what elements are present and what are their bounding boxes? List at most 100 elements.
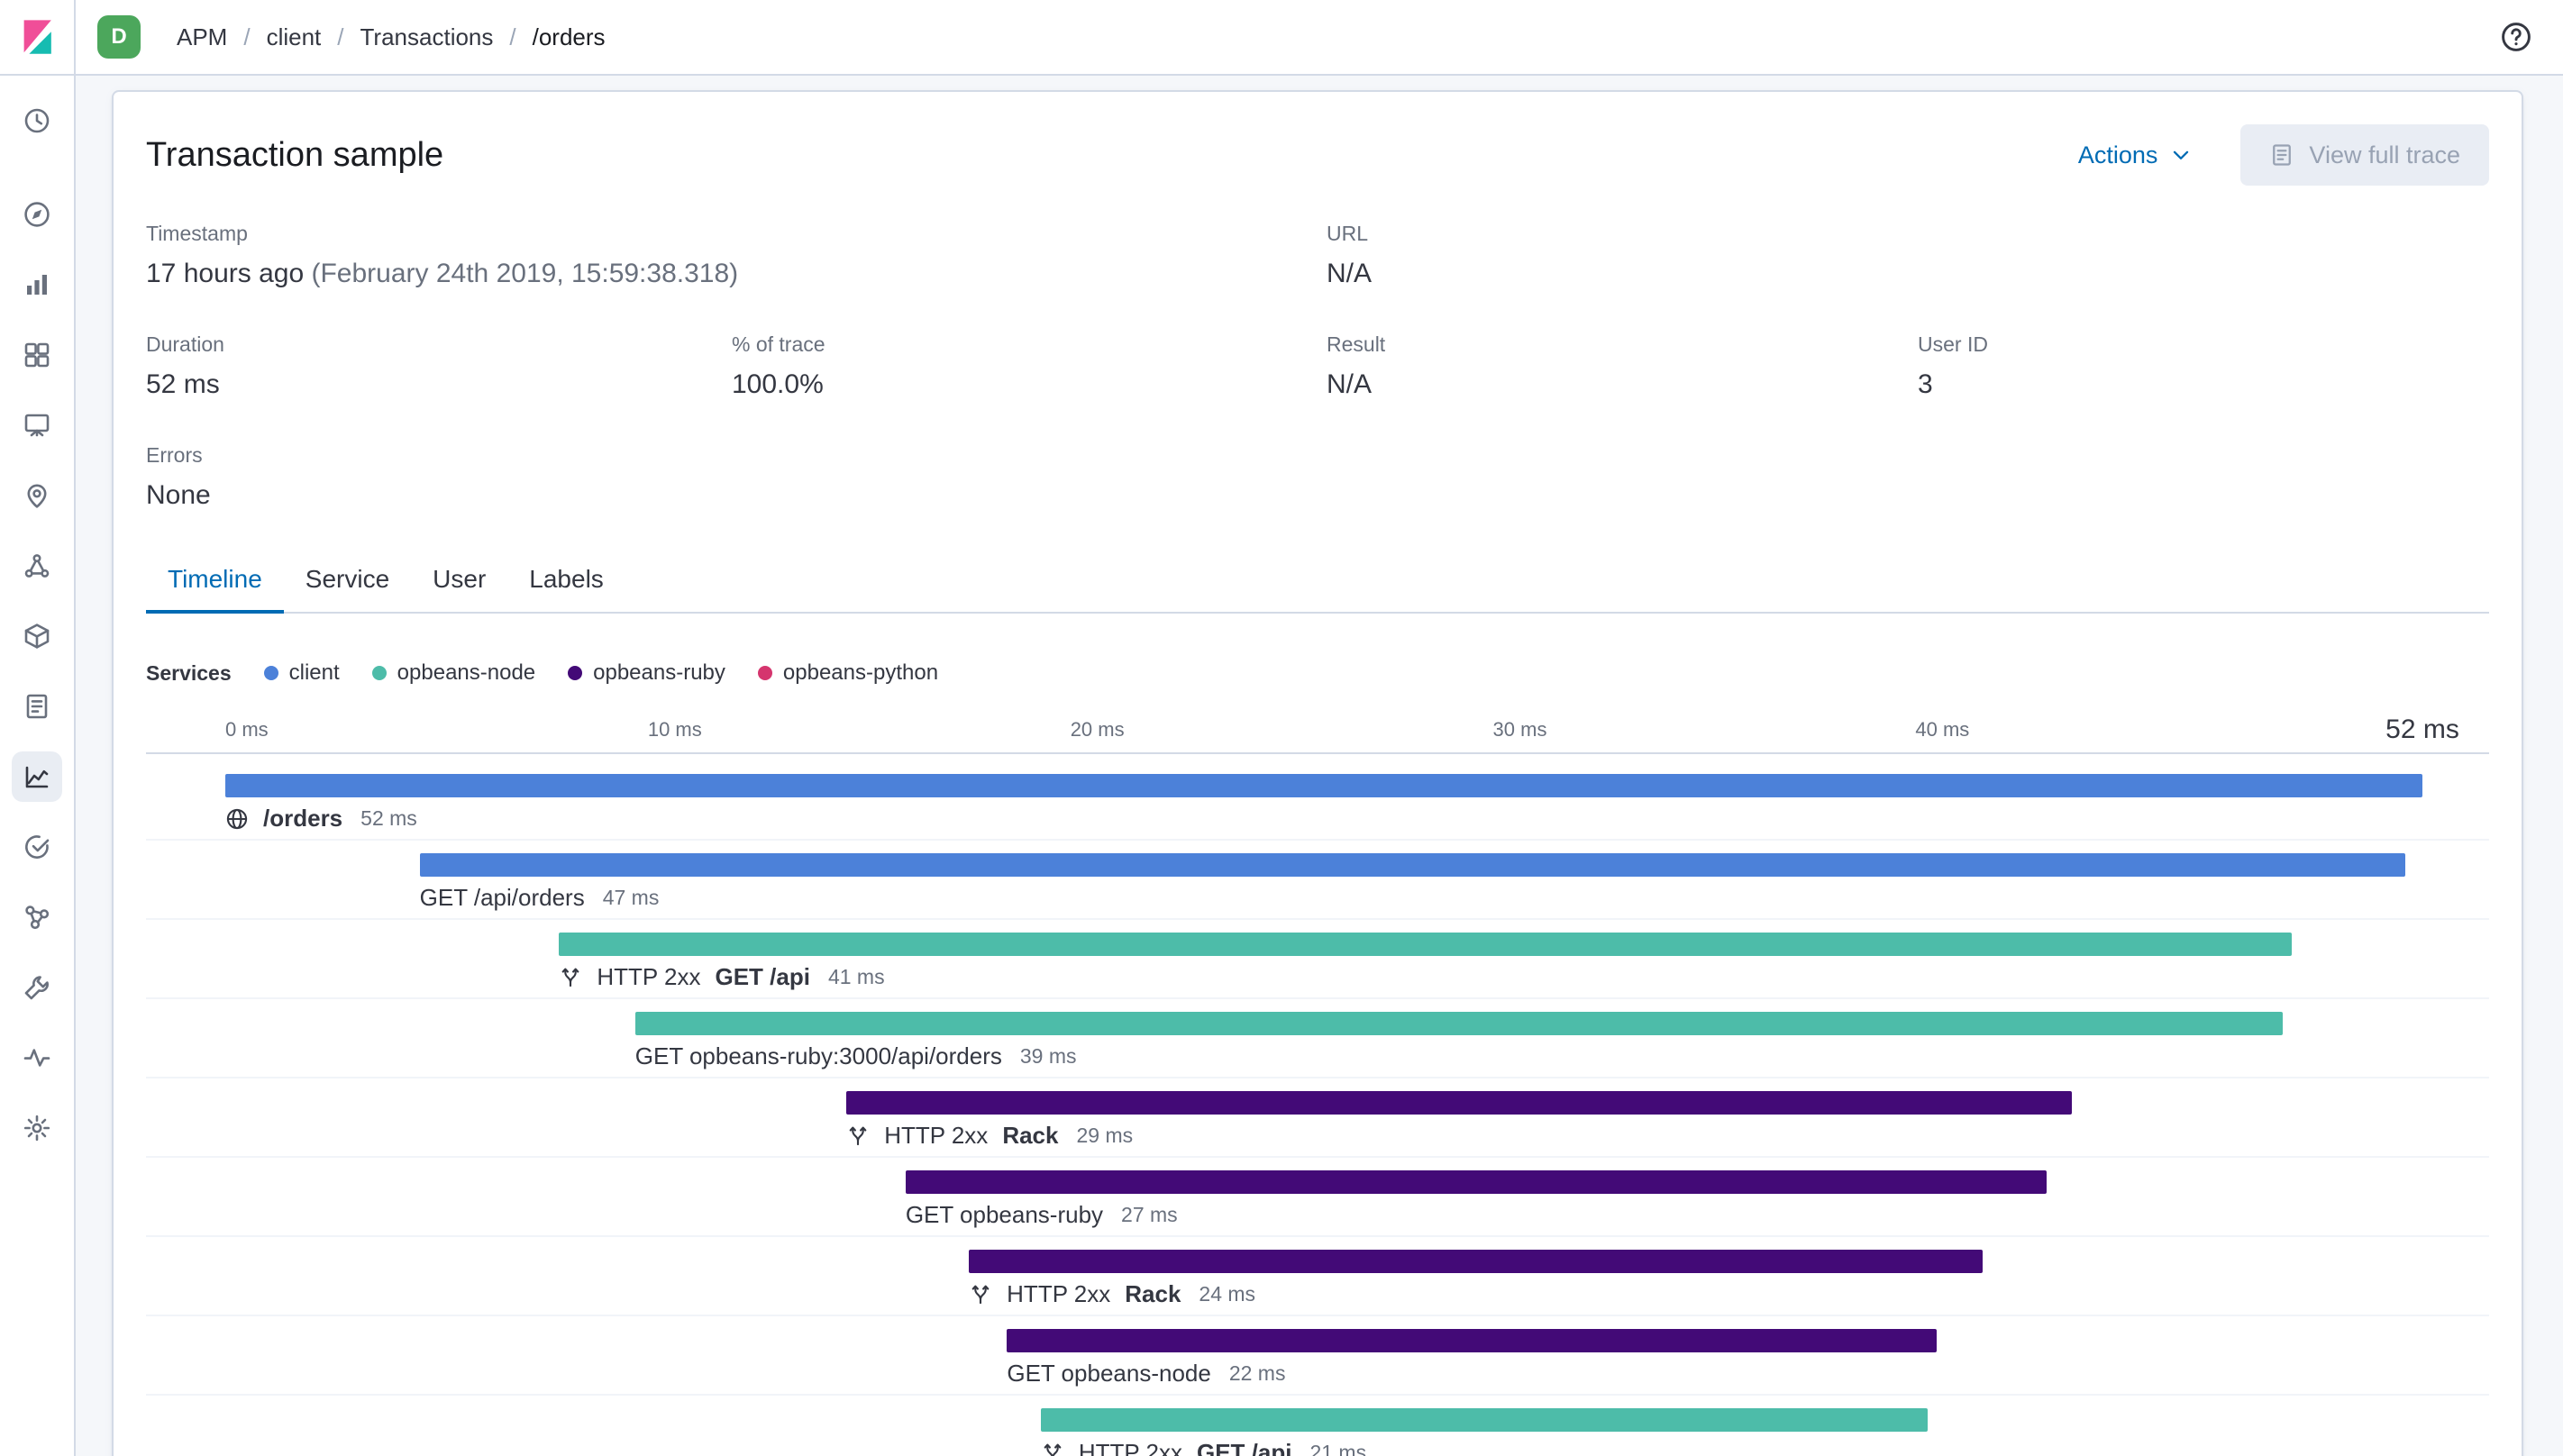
span-duration: 21 ms xyxy=(1309,1441,1367,1456)
waterfall-item[interactable]: HTTP 2xx GET /api 21 ms xyxy=(146,1396,2489,1456)
span-name: GET opbeans-ruby xyxy=(905,1201,1104,1228)
tab-labels[interactable]: Labels xyxy=(507,565,625,612)
kibana-logo-icon xyxy=(16,16,58,58)
duration-field: Duration 52 ms xyxy=(146,332,732,400)
timestamp-field: Timestamp 17 hours ago (February 24th 20… xyxy=(146,222,1327,289)
discover-icon[interactable] xyxy=(12,189,62,240)
tab-timeline[interactable]: Timeline xyxy=(146,565,285,614)
span-name: Rack xyxy=(1125,1280,1181,1307)
waterfall-item[interactable]: GET opbeans-ruby 27 ms xyxy=(146,1158,2489,1237)
timestamp-detail: (February 24th 2019, 15:59:38.318) xyxy=(311,259,739,288)
view-full-trace-label: View full trace xyxy=(2309,141,2460,168)
breadcrumb-item[interactable]: APM xyxy=(177,23,227,51)
legend-dot xyxy=(371,666,387,680)
branch-icon xyxy=(846,1124,870,1148)
legend-label: opbeans-python xyxy=(782,660,939,685)
monitoring-icon[interactable] xyxy=(12,1033,62,1083)
span-bar xyxy=(419,853,2406,877)
span-label: HTTP 2xx GET /api 41 ms xyxy=(559,963,885,991)
page-title: Transaction sample xyxy=(146,135,444,174)
actions-menu-button[interactable]: Actions xyxy=(2078,141,2194,169)
user-id-value: 3 xyxy=(1918,369,1933,399)
span-name: GET opbeans-node xyxy=(1007,1360,1211,1387)
span-name: GET /api xyxy=(1196,1439,1292,1456)
sidebar xyxy=(0,76,76,1456)
breadcrumb-separator: / xyxy=(337,23,344,50)
waterfall-item[interactable]: GET opbeans-ruby:3000/api/orders 39 ms xyxy=(146,999,2489,1078)
graph-icon[interactable] xyxy=(12,892,62,942)
services-legend: Services client opbeans-node opbeans-ruby o… xyxy=(146,660,2489,686)
tab-service[interactable]: Service xyxy=(284,565,411,612)
waterfall-item[interactable]: GET opbeans-node 22 ms xyxy=(146,1316,2489,1396)
legend-label: opbeans-node xyxy=(397,660,536,685)
canvas-icon[interactable] xyxy=(12,400,62,450)
services-legend-title: Services xyxy=(146,660,232,685)
transaction-sample-panel: Transaction sample Actions View full tra… xyxy=(112,90,2523,1456)
breadcrumb-item[interactable]: Transactions xyxy=(360,23,494,51)
axis-tick-label: 30 ms xyxy=(1492,718,1547,741)
errors-field: Errors None xyxy=(146,443,732,511)
span-bar xyxy=(559,933,2292,956)
waterfall-item[interactable]: HTTP 2xx GET /api 41 ms xyxy=(146,920,2489,999)
timestamp-value: 17 hours ago (February 24th 2019, 15:59:… xyxy=(146,259,739,288)
timestamp-label: Timestamp xyxy=(146,222,248,245)
branch-icon xyxy=(1041,1442,1064,1456)
legend-item-client: client xyxy=(263,660,340,686)
maps-icon[interactable] xyxy=(12,470,62,521)
devtools-icon[interactable] xyxy=(12,962,62,1013)
span-label: HTTP 2xx Rack 29 ms xyxy=(846,1122,1133,1150)
span-prefix: HTTP 2xx xyxy=(1078,1439,1182,1456)
span-bar xyxy=(969,1250,1984,1273)
waterfall-rows: /orders 52 ms GET /api/orders 47 ms HTTP 2xx… xyxy=(146,761,2489,1456)
span-label: GET /api/orders 47 ms xyxy=(420,884,660,912)
duration-value: 52 ms xyxy=(146,369,220,399)
span-bar xyxy=(1007,1329,1937,1352)
management-gear-icon[interactable] xyxy=(12,1103,62,1153)
span-bar xyxy=(905,1170,2047,1194)
waterfall-item[interactable]: HTTP 2xx Rack 24 ms xyxy=(146,1237,2489,1316)
document-icon xyxy=(2269,142,2294,168)
span-label: GET opbeans-ruby:3000/api/orders 39 ms xyxy=(635,1042,1077,1070)
waterfall-item[interactable]: HTTP 2xx Rack 29 ms xyxy=(146,1078,2489,1158)
axis-tick-label: 10 ms xyxy=(647,718,702,741)
span-name: GET /api xyxy=(715,963,810,990)
span-label: HTTP 2xx Rack 24 ms xyxy=(969,1280,1255,1308)
visualize-icon[interactable] xyxy=(12,259,62,310)
breadcrumb-item[interactable]: client xyxy=(267,23,322,51)
branch-icon xyxy=(969,1283,992,1306)
view-full-trace-button[interactable]: View full trace xyxy=(2240,124,2489,186)
url-value: N/A xyxy=(1327,259,1373,288)
apm-icon[interactable] xyxy=(12,751,62,802)
span-bar xyxy=(225,774,2422,797)
help-icon[interactable] xyxy=(2498,19,2534,55)
dashboard-icon[interactable] xyxy=(12,330,62,380)
timeline-axis: 0 ms 10 ms 20 ms 30 ms 40 ms 52 ms xyxy=(146,707,2489,754)
span-prefix: HTTP 2xx xyxy=(1007,1280,1111,1307)
infrastructure-icon[interactable] xyxy=(12,611,62,661)
legend-item-opbeans-ruby: opbeans-ruby xyxy=(568,660,725,686)
waterfall-item[interactable]: GET /api/orders 47 ms xyxy=(146,841,2489,920)
uptime-icon[interactable] xyxy=(12,822,62,872)
recent-clock-icon[interactable] xyxy=(12,96,62,146)
span-label: GET opbeans-node 22 ms xyxy=(1007,1360,1285,1388)
breadcrumb-separator: / xyxy=(243,23,251,50)
span-name: GET opbeans-ruby:3000/api/orders xyxy=(634,1042,1002,1069)
span-duration: 22 ms xyxy=(1228,1361,1286,1385)
waterfall-item[interactable]: /orders 52 ms xyxy=(146,761,2489,841)
machine-learning-icon[interactable] xyxy=(12,541,62,591)
user-id-field: User ID 3 xyxy=(1918,332,2489,400)
kibana-logo[interactable] xyxy=(0,0,76,74)
logs-icon[interactable] xyxy=(12,681,62,732)
sidebar-nav xyxy=(0,96,74,1153)
span-duration: 52 ms xyxy=(360,806,417,830)
errors-value: None xyxy=(146,480,211,510)
span-name: /orders xyxy=(263,805,343,832)
span-label: HTTP 2xx GET /api 21 ms xyxy=(1041,1439,1366,1456)
pct-of-trace-value: 100.0% xyxy=(732,369,824,399)
span-prefix: HTTP 2xx xyxy=(597,963,701,990)
tabs: Timeline Service User Labels xyxy=(146,565,2489,614)
tab-user[interactable]: User xyxy=(411,565,507,612)
breadcrumb: APM / client / Transactions / /orders xyxy=(177,23,606,51)
span-bar xyxy=(1040,1408,1929,1432)
space-avatar[interactable]: D xyxy=(97,15,141,59)
